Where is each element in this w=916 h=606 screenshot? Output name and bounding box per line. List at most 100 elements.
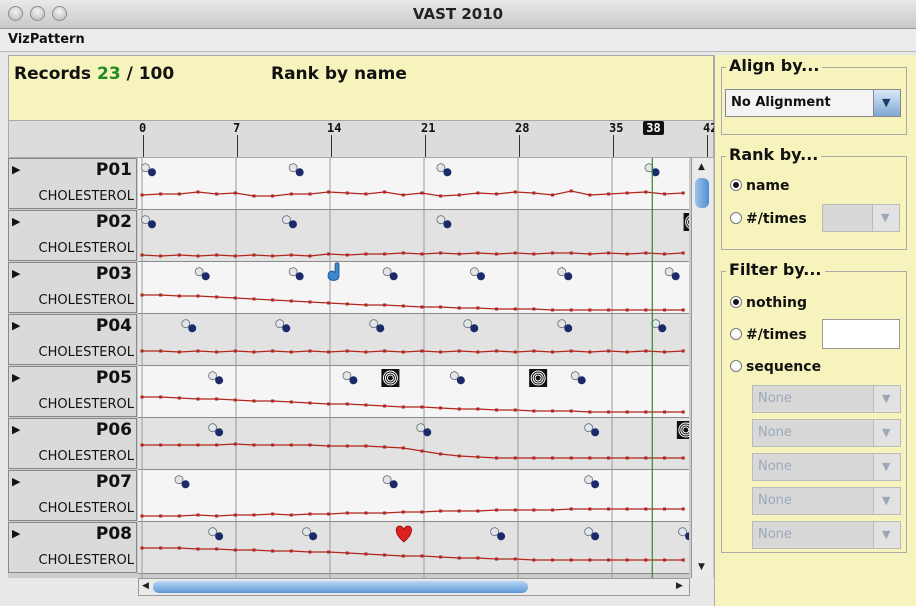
sequence-dropdown-button-3[interactable]: ▼ [873, 454, 900, 480]
sequence-dropdown-button-1[interactable]: ▼ [873, 386, 900, 412]
series-point [383, 553, 387, 557]
series-point [233, 398, 237, 402]
axis-tick-mark [613, 135, 614, 157]
sequence-dropdown-4[interactable]: None ▼ [752, 487, 901, 515]
record-label[interactable]: ▶ P08 CHOLESTEROL [8, 522, 137, 573]
expand-triangle-icon[interactable]: ▶ [12, 423, 20, 436]
spiral-icon [683, 213, 689, 231]
series-point [625, 456, 629, 460]
series-point [551, 350, 555, 354]
series-point [588, 193, 592, 197]
record-id: P05 [95, 368, 132, 388]
horizontal-scrollbar[interactable]: ◀ ▶ [138, 578, 690, 596]
series-point [271, 298, 275, 302]
series-point [308, 349, 312, 353]
window-titlebar[interactable]: VAST 2010 [0, 0, 916, 29]
series-point [215, 253, 219, 257]
series-point [625, 308, 629, 312]
scroll-up-arrow-icon[interactable]: ▲ [698, 162, 705, 172]
series-point [513, 307, 517, 311]
rank-times-radio[interactable]: #/times [730, 211, 807, 227]
series-point [569, 308, 573, 312]
scroll-down-arrow-icon[interactable]: ▼ [698, 562, 705, 572]
series-point [215, 547, 219, 551]
series-point [495, 307, 499, 311]
series-point [663, 350, 667, 354]
sequence-dropdown-button-4[interactable]: ▼ [873, 488, 900, 514]
radio-selected-icon[interactable] [730, 296, 742, 308]
series-point [569, 409, 573, 413]
filter-nothing-radio[interactable]: nothing [730, 295, 807, 311]
align-dropdown[interactable]: No Alignment ▼ [725, 89, 901, 117]
menu-vizpattern[interactable]: VizPattern [8, 32, 85, 47]
series-point [233, 349, 237, 353]
record-label[interactable]: ▶ P03 CHOLESTEROL [8, 262, 137, 313]
series-point [401, 193, 405, 197]
timeline-axis[interactable]: 0 7 14 21 28 35 42 38 [8, 121, 717, 158]
series-point [345, 191, 349, 195]
cursor-day-badge[interactable]: 38 [643, 121, 664, 135]
series-point [401, 350, 405, 354]
radio-icon[interactable] [730, 212, 742, 224]
record-label[interactable]: ▶ P02 CHOLESTEROL [8, 210, 137, 261]
scroll-left-arrow-icon[interactable]: ◀ [142, 581, 149, 591]
record-label[interactable]: ▶ P01 CHOLESTEROL [8, 158, 137, 209]
rank-name-radio[interactable]: name [730, 178, 790, 194]
series-point [551, 558, 555, 562]
sequence-dropdown-button-2[interactable]: ▼ [873, 420, 900, 446]
sequence-value-3: None [758, 459, 792, 474]
series-point [457, 193, 461, 197]
pill-icon [288, 163, 304, 177]
horizontal-scroll-thumb[interactable] [153, 581, 528, 593]
filter-times-input[interactable] [822, 319, 900, 349]
expand-triangle-icon[interactable]: ▶ [12, 163, 20, 176]
series-point [327, 550, 331, 554]
record-label[interactable]: ▶ P04 CHOLESTEROL [8, 314, 137, 365]
window-title: VAST 2010 [412, 5, 504, 23]
expand-triangle-icon[interactable]: ▶ [12, 215, 20, 228]
records-count: 23 [96, 64, 121, 84]
pill-icon [174, 475, 190, 489]
axis-tick-mark [425, 135, 426, 157]
record-label[interactable]: ▶ P05 CHOLESTEROL [8, 366, 137, 417]
record-id: P02 [95, 212, 132, 232]
series-point [140, 193, 144, 197]
pill-icon [470, 267, 485, 281]
rank-times-dropdown-button[interactable]: ▼ [872, 205, 899, 231]
filter-times-radio[interactable]: #/times [730, 327, 807, 343]
align-dropdown-button[interactable]: ▼ [873, 90, 900, 116]
expand-triangle-icon[interactable]: ▶ [12, 319, 20, 332]
filter-group: Filter by... nothing #/times sequence No… [721, 260, 907, 553]
pill-icon [141, 215, 156, 229]
record-label[interactable]: ▶ P07 CHOLESTEROL [8, 470, 137, 521]
expand-triangle-icon[interactable]: ▶ [12, 527, 20, 540]
series-point [327, 301, 331, 305]
record-id: P06 [95, 420, 132, 440]
sequence-dropdown-2[interactable]: None ▼ [752, 419, 901, 447]
rank-times-dropdown[interactable]: ▼ [822, 204, 900, 232]
vertical-scroll-thumb[interactable] [695, 178, 709, 208]
scroll-right-arrow-icon[interactable]: ▶ [676, 581, 683, 591]
expand-triangle-icon[interactable]: ▶ [12, 475, 20, 488]
chevron-down-icon: ▼ [881, 211, 890, 224]
sequence-value-2: None [758, 425, 792, 440]
series-point [476, 556, 480, 560]
series-point [663, 507, 667, 511]
expand-triangle-icon[interactable]: ▶ [12, 371, 20, 384]
vertical-scrollbar[interactable]: ▲ ▼ [691, 158, 713, 578]
radio-selected-icon[interactable] [730, 179, 742, 191]
sequence-dropdown-1[interactable]: None ▼ [752, 385, 901, 413]
radio-icon[interactable] [730, 328, 742, 340]
filter-nothing-label: nothing [746, 295, 808, 311]
record-label[interactable]: ▶ P06 CHOLESTEROL [8, 418, 137, 469]
sequence-dropdown-5[interactable]: None ▼ [752, 521, 901, 549]
sequence-dropdown-3[interactable]: None ▼ [752, 453, 901, 481]
radio-icon[interactable] [730, 360, 742, 372]
series-point [420, 405, 424, 409]
series-point [252, 194, 256, 198]
sequence-dropdown-button-5[interactable]: ▼ [873, 522, 900, 548]
expand-triangle-icon[interactable]: ▶ [12, 267, 20, 280]
series-point [551, 456, 555, 460]
filter-sequence-radio[interactable]: sequence [730, 359, 821, 375]
series-point [569, 507, 573, 511]
